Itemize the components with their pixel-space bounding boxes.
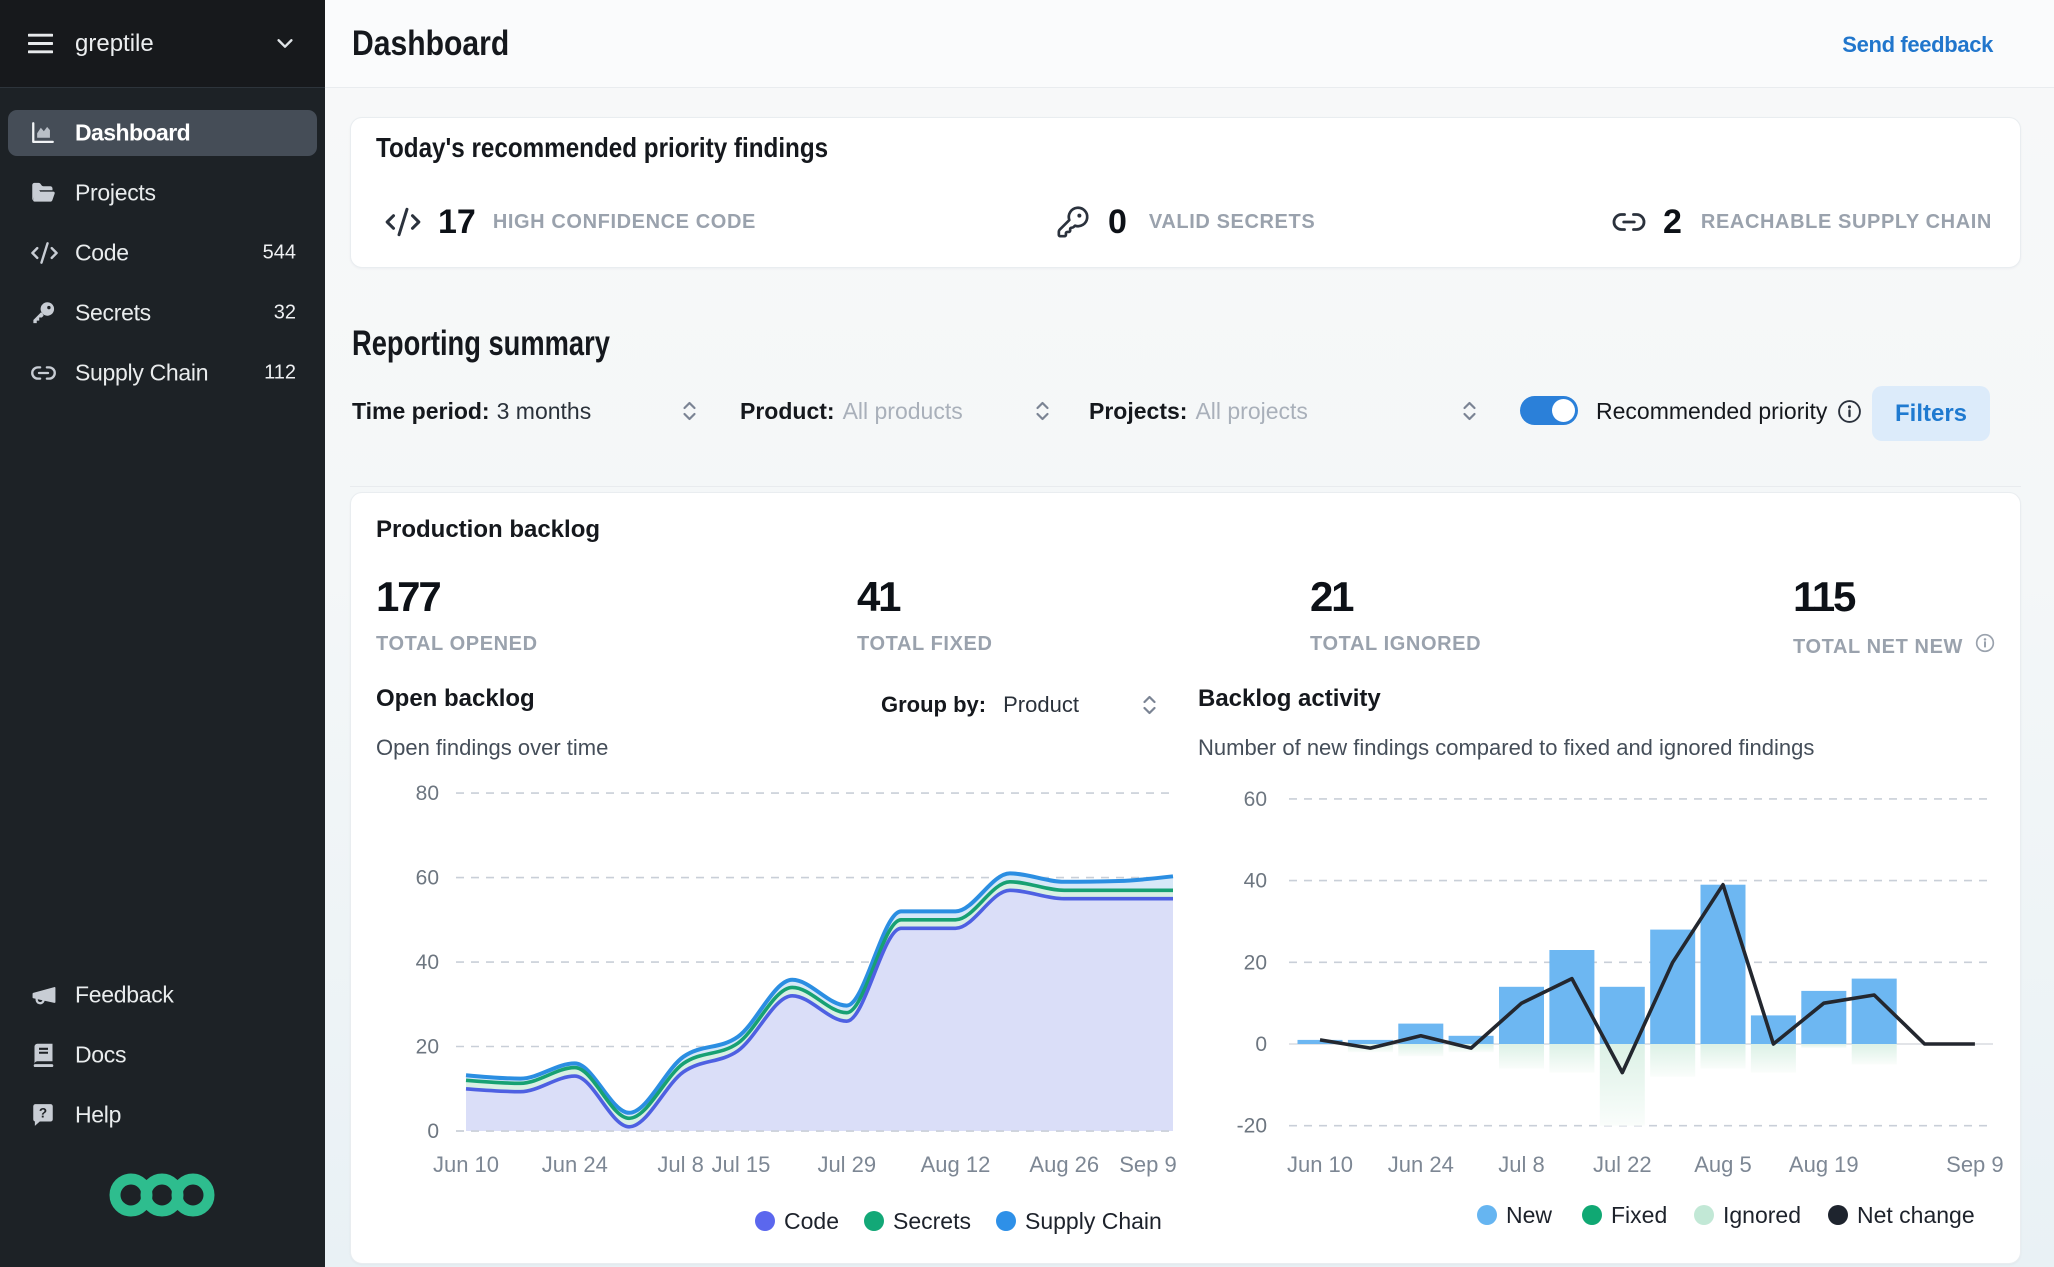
- svg-text:40: 40: [416, 951, 439, 974]
- svg-text:Code: Code: [784, 1208, 839, 1234]
- svg-text:Aug 12: Aug 12: [921, 1152, 991, 1177]
- svg-text:Supply Chain: Supply Chain: [1025, 1208, 1162, 1234]
- svg-text:?: ?: [39, 1106, 47, 1121]
- svg-text:Aug 26: Aug 26: [1029, 1152, 1099, 1177]
- svg-text:Jun 24: Jun 24: [1388, 1152, 1454, 1177]
- svg-text:20: 20: [1244, 951, 1267, 974]
- svg-text:Sep 9: Sep 9: [1946, 1152, 2004, 1177]
- svg-text:20: 20: [416, 1036, 439, 1059]
- svg-text:-20: -20: [1237, 1115, 1267, 1138]
- svg-text:0: 0: [427, 1120, 439, 1143]
- svg-text:Jul 15: Jul 15: [712, 1152, 771, 1177]
- svg-text:Jul 8: Jul 8: [657, 1152, 703, 1177]
- svg-text:80: 80: [416, 782, 439, 805]
- svg-text:Aug 19: Aug 19: [1789, 1152, 1859, 1177]
- svg-text:Jul 8: Jul 8: [1498, 1152, 1544, 1177]
- svg-text:Jun 10: Jun 10: [433, 1152, 499, 1177]
- svg-text:0: 0: [1255, 1033, 1267, 1056]
- svg-text:Ignored: Ignored: [1723, 1202, 1801, 1228]
- svg-text:Jul 29: Jul 29: [817, 1152, 876, 1177]
- svg-text:Jun 10: Jun 10: [1287, 1152, 1353, 1177]
- svg-text:Jul 22: Jul 22: [1593, 1152, 1652, 1177]
- svg-text:Secrets: Secrets: [893, 1208, 971, 1234]
- svg-text:Fixed: Fixed: [1611, 1202, 1667, 1228]
- svg-text:Net change: Net change: [1857, 1202, 1975, 1228]
- svg-text:60: 60: [1244, 788, 1267, 811]
- svg-text:Sep 9: Sep 9: [1119, 1152, 1177, 1177]
- svg-text:40: 40: [1244, 870, 1267, 893]
- svg-text:Jun 24: Jun 24: [542, 1152, 608, 1177]
- svg-text:60: 60: [416, 867, 439, 890]
- svg-text:Aug 5: Aug 5: [1694, 1152, 1752, 1177]
- svg-text:New: New: [1506, 1202, 1552, 1228]
